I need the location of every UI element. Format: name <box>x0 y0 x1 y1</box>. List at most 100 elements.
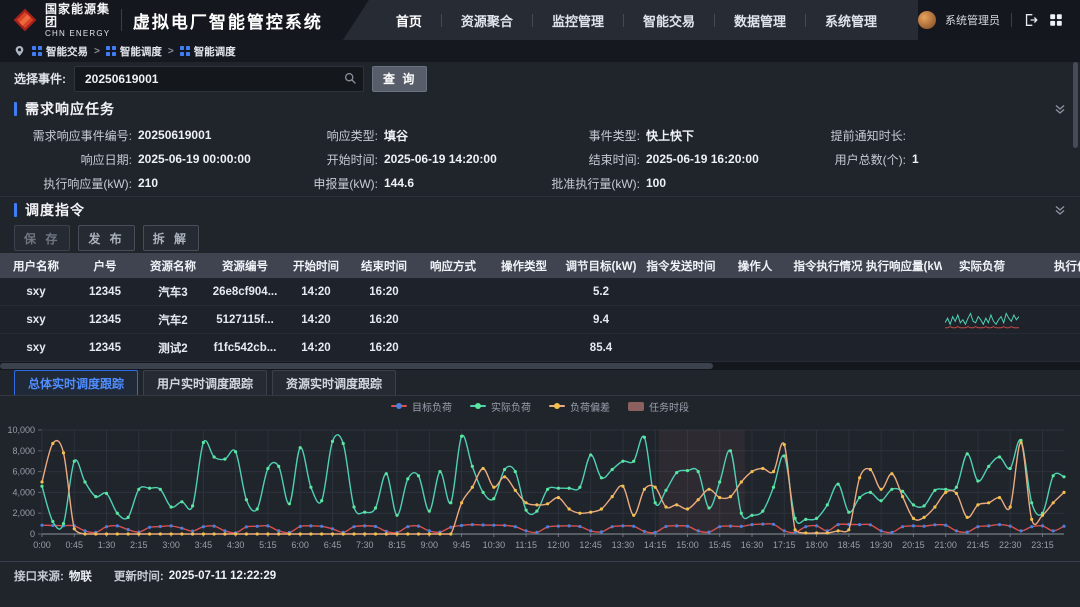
svg-text:6:00: 6:00 <box>291 540 309 550</box>
apps-icon[interactable] <box>1048 12 1064 28</box>
svg-text:8,000: 8,000 <box>12 446 35 456</box>
save-button[interactable]: 保 存 <box>14 225 70 251</box>
app-title: 虚拟电厂智能管控系统 <box>133 8 323 33</box>
nav-item-home[interactable]: 首页 <box>377 11 441 30</box>
table-header-cell: 指令发送时间 <box>642 258 720 274</box>
task-field: 批准执行量(kW):100 <box>548 175 810 192</box>
update-time-value: 2025-07-11 12:22:29 <box>169 570 276 582</box>
svg-text:9:45: 9:45 <box>453 540 471 550</box>
breadcrumb-item[interactable]: 智能调度 <box>106 44 162 59</box>
svg-text:1:30: 1:30 <box>98 540 116 550</box>
svg-text:18:45: 18:45 <box>838 540 861 550</box>
tab-resource-realtime-tracking[interactable]: 资源实时调度跟踪 <box>272 370 396 395</box>
logout-icon[interactable] <box>1023 12 1039 28</box>
decompose-button[interactable]: 拆 解 <box>143 225 199 251</box>
collapse-chevron-icon[interactable] <box>1054 204 1066 216</box>
publish-button[interactable]: 发 布 <box>78 225 134 251</box>
chn-energy-logo-icon <box>12 7 38 33</box>
avatar[interactable] <box>918 11 936 29</box>
table-header-cell: 指令执行情况 <box>790 258 866 274</box>
breadcrumb-item[interactable]: 智能调度 <box>180 44 236 59</box>
table-cell: f1fc542cb... <box>208 342 282 354</box>
table-header-cell: 响应方式 <box>418 258 488 274</box>
svg-text:9:00: 9:00 <box>421 540 439 550</box>
svg-text:20:15: 20:15 <box>902 540 925 550</box>
nav-item-resource-aggregation[interactable]: 资源聚合 <box>442 11 532 30</box>
svg-text:3:00: 3:00 <box>162 540 180 550</box>
svg-text:0:45: 0:45 <box>66 540 84 550</box>
breadcrumb: 智能交易>智能调度>智能调度 <box>0 40 1080 62</box>
table-header-cell: 执行响应量(kW) <box>866 258 942 274</box>
task-field: 执行响应量(kW):210 <box>14 175 286 192</box>
table-row[interactable]: sxy12345汽车326e8cf904...14:2016:205.2 <box>0 278 1080 306</box>
legend-item[interactable]: 负荷偏差 <box>549 399 610 414</box>
task-field: 响应日期:2025-06-19 00:00:00 <box>14 151 286 168</box>
table-header-cell: 资源编号 <box>208 258 282 274</box>
dispatch-header: 调度指令 <box>0 196 1080 223</box>
query-button[interactable]: 查 询 <box>372 66 427 92</box>
vertical-scrollbar-thumb[interactable] <box>1073 62 1078 148</box>
table-cell: 85.4 <box>560 342 642 354</box>
horizontal-scrollbar-thumb[interactable] <box>0 363 713 369</box>
table-cell: 汽车2 <box>138 312 208 328</box>
task-field: 提前通知时长: <box>810 127 1066 144</box>
event-select-input[interactable] <box>74 66 364 92</box>
table-body: sxy12345汽车326e8cf904...14:2016:205.2sxy1… <box>0 278 1080 362</box>
section-accent-bar <box>14 203 17 217</box>
task-field: 开始时间:2025-06-19 14:20:00 <box>286 151 548 168</box>
task-field: 结束时间:2025-06-19 16:20:00 <box>548 151 810 168</box>
nav-item-monitoring[interactable]: 监控管理 <box>533 11 623 30</box>
svg-text:12:00: 12:00 <box>547 540 570 550</box>
legend-item[interactable]: 目标负荷 <box>391 399 452 414</box>
svg-text:19:30: 19:30 <box>870 540 893 550</box>
table-cell: 汽车3 <box>138 284 208 300</box>
svg-text:3:45: 3:45 <box>195 540 213 550</box>
table-cell: 14:20 <box>282 342 350 354</box>
svg-text:8:15: 8:15 <box>388 540 406 550</box>
tracking-tabs: 总体实时调度跟踪用户实时调度跟踪资源实时调度跟踪 <box>0 370 1080 396</box>
nav-item-system-management[interactable]: 系统管理 <box>806 11 896 30</box>
actual-load-sparkline <box>945 310 1019 330</box>
svg-text:21:45: 21:45 <box>967 540 990 550</box>
table-cell: 5.2 <box>560 286 642 298</box>
svg-text:10,000: 10,000 <box>8 425 35 435</box>
command-buttons: 保 存发 布拆 解 <box>0 223 1080 253</box>
horizontal-scrollbar[interactable] <box>0 362 1080 370</box>
tab-overall-realtime-tracking[interactable]: 总体实时调度跟踪 <box>14 370 138 395</box>
table-row[interactable]: sxy12345测试2f1fc542cb...14:2016:2085.4 <box>0 334 1080 362</box>
svg-text:12:45: 12:45 <box>579 540 602 550</box>
table-cell: 测试2 <box>138 340 208 356</box>
section-title-demand-response-task: 需求响应任务 <box>25 99 115 119</box>
task-field: 事件类型:快上快下 <box>548 127 810 144</box>
dispatch-section: 调度指令 保 存发 布拆 解 用户名称户号资源名称资源编号开始时间结束时间响应方… <box>0 196 1080 370</box>
table-header-cell: 资源名称 <box>138 258 208 274</box>
demand-response-section: 需求响应任务 需求响应事件编号:20250619001响应类型:填谷事件类型:快… <box>0 95 1080 196</box>
nav-item-data-management[interactable]: 数据管理 <box>715 11 805 30</box>
svg-text:13:30: 13:30 <box>612 540 635 550</box>
table-cell: 12345 <box>72 286 138 298</box>
table-header-row: 用户名称户号资源名称资源编号开始时间结束时间响应方式操作类型调节目标(kW)指令… <box>0 253 1080 278</box>
task-field: 用户总数(个):1 <box>810 151 1066 168</box>
legend-item[interactable]: 实际负荷 <box>470 399 531 414</box>
virtual-power-plant-app: 国家能源集团 CHN ENERGY 虚拟电厂智能管控系统 首页资源聚合监控管理智… <box>0 0 1080 607</box>
tab-user-realtime-tracking[interactable]: 用户实时调度跟踪 <box>143 370 267 395</box>
table-header-cell: 操作类型 <box>488 258 560 274</box>
table-row[interactable]: sxy12345汽车25127115f...14:2016:209.4 <box>0 306 1080 334</box>
interface-source-label: 接口来源: <box>14 568 64 584</box>
search-icon[interactable] <box>344 72 357 85</box>
task-field: 需求响应事件编号:20250619001 <box>14 127 286 144</box>
breadcrumb-separator: > <box>94 46 100 57</box>
location-pin-icon <box>14 45 25 57</box>
svg-text:6,000: 6,000 <box>12 467 35 477</box>
user-divider <box>1011 13 1012 27</box>
nav-item-smart-trading[interactable]: 智能交易 <box>624 11 714 30</box>
org-name: 国家能源集团 CHN ENERGY <box>45 3 111 38</box>
chart-area: 目标负荷实际负荷负荷偏差任务时段 02,0004,0006,0008,00010… <box>0 396 1080 561</box>
section-accent-bar <box>14 102 17 116</box>
svg-text:11:15: 11:15 <box>515 540 537 550</box>
legend-item[interactable]: 任务时段 <box>628 399 689 414</box>
breadcrumb-item[interactable]: 智能交易 <box>32 44 88 59</box>
svg-text:14:15: 14:15 <box>644 540 667 550</box>
main-nav: 首页资源聚合监控管理智能交易数据管理系统管理 <box>343 0 918 40</box>
collapse-chevron-icon[interactable] <box>1054 103 1066 115</box>
